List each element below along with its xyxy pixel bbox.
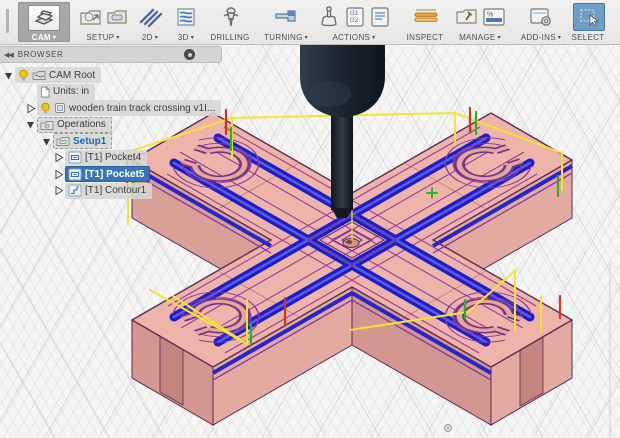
- collapsed-arrow-icon[interactable]: [24, 102, 37, 115]
- svg-text:G1: G1: [350, 11, 359, 17]
- workspace-label: CAM: [31, 33, 51, 42]
- browser-tree: CAM Root Units: in wooden train track cr…: [0, 67, 240, 199]
- document-icon: [41, 86, 50, 98]
- tree-label: [T1] Contour1: [85, 185, 147, 197]
- tree-item-pocket5[interactable]: [T1] Pocket5: [52, 166, 240, 183]
- cam-root-icon: [32, 71, 46, 81]
- fusion-cam-workspace: { "app": {"name": "Fusion 360 CAM worksp…: [0, 0, 620, 438]
- 2d-label: 2D: [141, 33, 153, 42]
- origin-point: [444, 424, 452, 432]
- pocket-operation-icon: [68, 151, 82, 164]
- setup-icon: [56, 137, 70, 147]
- drill-icon: [223, 7, 239, 27]
- tree-label: Units: in: [53, 86, 90, 98]
- toolbar-group-select[interactable]: SELECT: [568, 0, 610, 44]
- toolbar-group-addins[interactable]: ADD-INS ▾: [518, 0, 564, 44]
- caret-down-icon: ▾: [52, 35, 57, 41]
- drilling-label: DRILLING: [210, 33, 250, 42]
- expand-arrow-icon[interactable]: [2, 69, 15, 82]
- lightbulb-icon[interactable]: [40, 102, 51, 115]
- operations-folder-icon: [40, 120, 54, 130]
- measure-icon: [414, 9, 438, 22]
- toolbar-group-drilling[interactable]: DRILLING: [208, 0, 254, 44]
- setup-folder-icon[interactable]: [106, 7, 128, 27]
- workspace-switcher-cam[interactable]: CAM ▾: [18, 2, 70, 42]
- tree-item-setup1[interactable]: Setup1: [40, 133, 240, 150]
- post-process-icon[interactable]: G1G2: [344, 5, 366, 29]
- tree-label: [T1] Pocket5: [85, 168, 145, 180]
- toolbar-group-manage[interactable]: % MANAGE ▾: [450, 0, 510, 44]
- setup-label: SETUP: [86, 33, 115, 42]
- toolbar-group-turning[interactable]: TURNING ▾: [260, 0, 312, 44]
- lightbulb-icon[interactable]: [18, 69, 29, 82]
- contour-operation-icon: [68, 184, 82, 197]
- toolbar-group-actions[interactable]: G1 G2 ACTIONS ▾: [312, 0, 396, 44]
- caret-down-icon: ▾: [154, 35, 159, 41]
- caret-down-icon: ▾: [372, 35, 376, 41]
- turning-label: TURNING: [264, 33, 303, 42]
- 3d-label: 3D: [177, 33, 189, 42]
- expand-arrow-icon[interactable]: [40, 135, 53, 148]
- caret-down-icon: ▾: [304, 35, 308, 41]
- caret-down-icon: ▾: [497, 35, 501, 41]
- addins-icon: [530, 8, 551, 26]
- inspect-label: INSPECT: [406, 33, 444, 42]
- toolbar-group-2d[interactable]: 2D ▾: [134, 0, 166, 44]
- tree-label: Setup1: [73, 135, 107, 147]
- tree-item-operations[interactable]: Operations: [24, 116, 240, 134]
- toolbar-drag-handle[interactable]: [6, 9, 9, 33]
- toolbar-group-inspect[interactable]: INSPECT: [404, 0, 448, 44]
- tree-label: CAM Root: [49, 69, 96, 81]
- toolbar-group-3d[interactable]: 3D ▾: [170, 0, 202, 44]
- select-label: SELECT: [571, 33, 605, 42]
- collapse-panel-icon[interactable]: ◀◀: [4, 51, 14, 59]
- addins-label: ADD-INS: [520, 33, 556, 42]
- toolbar-group-setup[interactable]: SETUP ▾: [74, 0, 132, 44]
- 3d-milling-icon: [177, 8, 195, 26]
- collapsed-arrow-icon[interactable]: [52, 184, 65, 197]
- feeds-speeds-icon[interactable]: %: [482, 6, 506, 28]
- 2d-milling-icon: [139, 8, 163, 28]
- pocket-operation-icon: [68, 168, 82, 181]
- browser-header[interactable]: ◀◀ BROWSER: [0, 46, 222, 63]
- collapsed-arrow-icon[interactable]: [52, 151, 65, 164]
- tree-item-cam-root[interactable]: CAM Root: [2, 67, 240, 84]
- tree-label: [T1] Pocket4: [85, 152, 142, 164]
- browser-panel: ◀◀ BROWSER CAM Root Units: in wooden tra…: [0, 46, 240, 199]
- manage-label: MANAGE: [459, 33, 496, 42]
- svg-text:G2: G2: [350, 18, 359, 24]
- browser-options-icon[interactable]: [184, 49, 195, 60]
- lathe-icon: [275, 10, 296, 22]
- tree-item-pocket4[interactable]: [T1] Pocket4: [52, 149, 240, 167]
- component-icon: [55, 103, 65, 114]
- caret-down-icon: ▾: [190, 35, 195, 41]
- caret-down-icon: ▾: [116, 35, 120, 41]
- svg-text:%: %: [487, 12, 493, 19]
- tool-library-icon[interactable]: [455, 6, 479, 28]
- tree-label: wooden train track crossing v1I...: [69, 102, 216, 114]
- browser-title: BROWSER: [17, 50, 64, 59]
- expand-arrow-icon[interactable]: [24, 118, 37, 131]
- actions-label: ACTIONS: [332, 33, 371, 42]
- cam-workspace-icon: [28, 5, 60, 31]
- main-toolbar: CAM ▾ SETUP ▾ 2D ▾ 3D ▾ DRILLING TURNING ▾ G1…: [0, 0, 620, 45]
- tree-item-component[interactable]: wooden train track crossing v1I...: [24, 100, 240, 117]
- simulate-icon[interactable]: [317, 5, 341, 29]
- collapsed-arrow-icon[interactable]: [52, 168, 65, 181]
- tree-label: Operations: [57, 119, 106, 131]
- caret-down-icon: ▾: [557, 35, 562, 41]
- setup-sheet-icon[interactable]: [369, 5, 391, 29]
- select-cursor-icon: [573, 3, 605, 31]
- new-setup-icon[interactable]: [79, 6, 103, 28]
- tree-item-contour1[interactable]: [T1] Contour1: [52, 182, 240, 200]
- tree-item-units[interactable]: Units: in: [24, 83, 240, 101]
